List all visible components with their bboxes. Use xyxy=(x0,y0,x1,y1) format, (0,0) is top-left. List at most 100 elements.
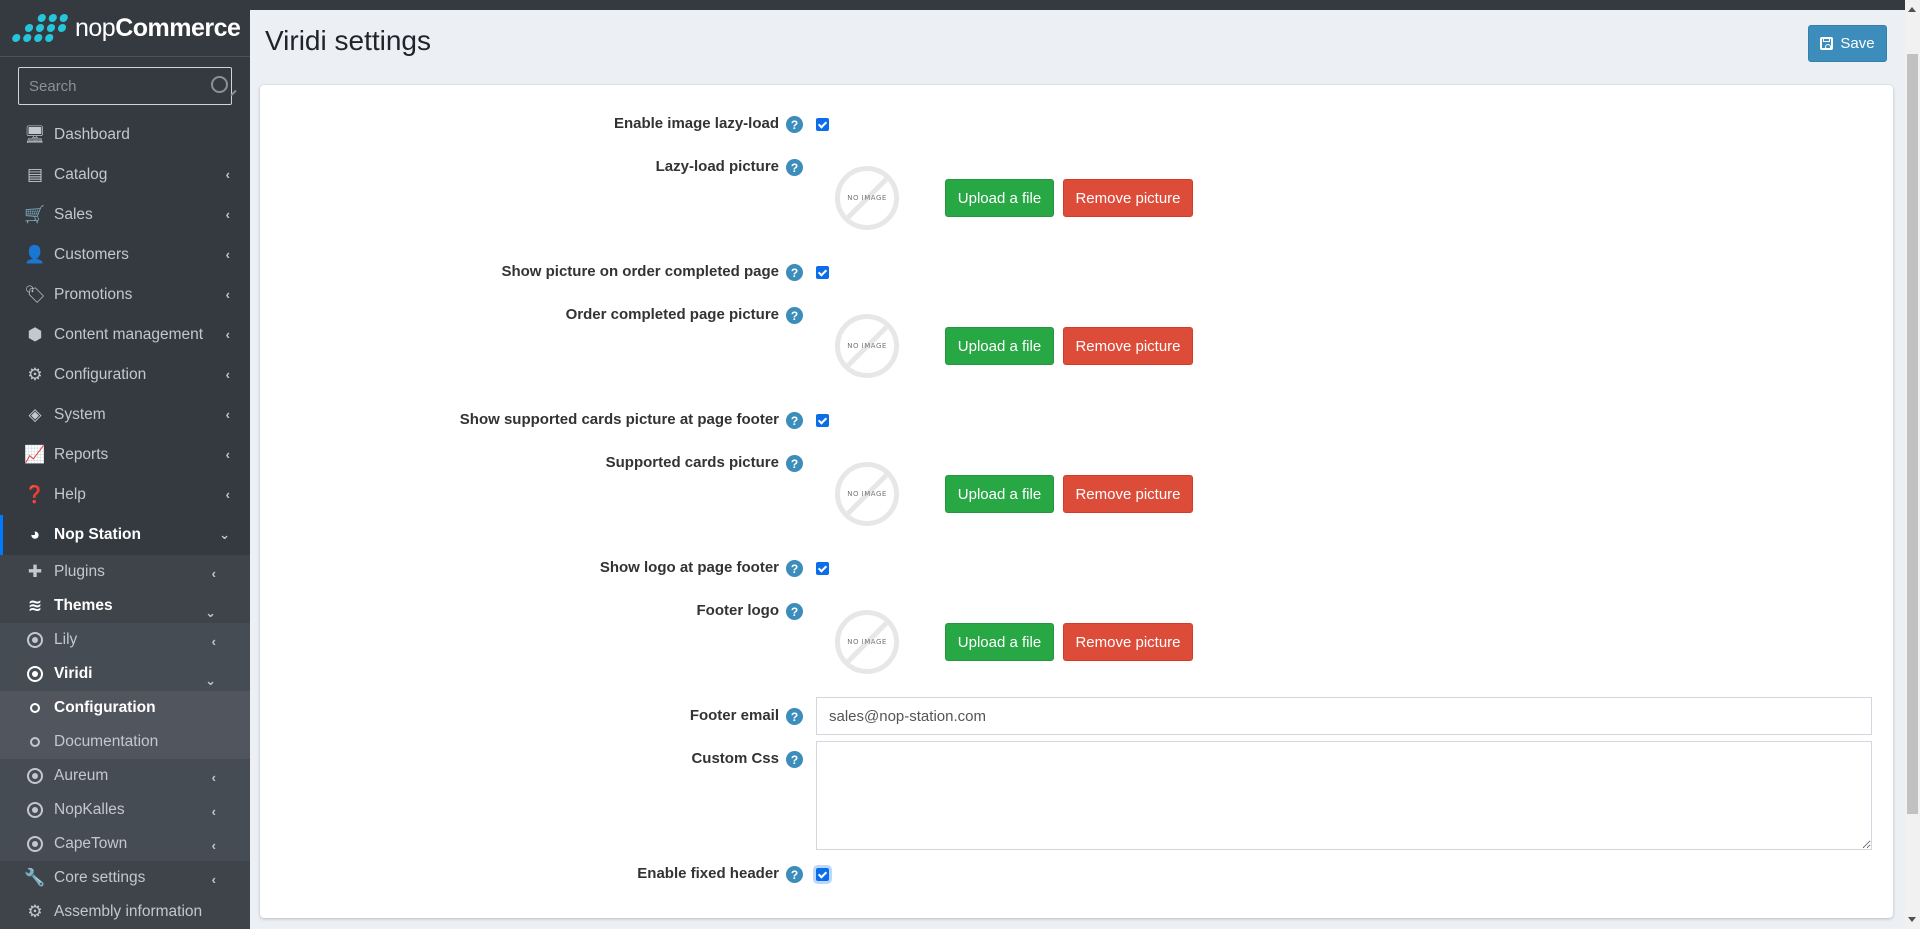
sidebar-item-label: Aureum xyxy=(54,767,109,784)
remove-picture-button[interactable]: Remove picture xyxy=(1063,475,1193,513)
search-input[interactable] xyxy=(29,77,228,95)
sidebar-item-sales[interactable]: 🛒 Sales ‹ xyxy=(0,195,250,235)
chevron-left-icon: ‹ xyxy=(211,566,216,581)
sidebar-item-help[interactable]: ❓ Help ‹ xyxy=(0,475,250,515)
line-chart-icon: 📈 xyxy=(24,445,46,464)
no-image-placeholder: NO IMAGE xyxy=(835,314,899,378)
upload-file-button[interactable]: Upload a file xyxy=(945,475,1054,513)
no-image-placeholder: NO IMAGE xyxy=(835,610,899,674)
help-icon[interactable]: ? xyxy=(786,159,803,176)
tags-icon: 🏷 xyxy=(24,285,46,304)
scroll-up-arrow-icon[interactable] xyxy=(1908,7,1916,12)
sidebar-item-viridi-configuration[interactable]: Configuration xyxy=(0,691,250,725)
chevron-left-icon: ‹ xyxy=(211,872,216,887)
sidebar-item-viridi-documentation[interactable]: Documentation xyxy=(0,725,250,759)
sidebar-item-configuration[interactable]: ⚙ Configuration ‹ xyxy=(0,355,250,395)
viridi-submenu: Configuration Documentation xyxy=(0,691,250,759)
sidebar-item-themes[interactable]: ≋ Themes ⌄ xyxy=(0,589,250,623)
sidebar-item-label: Promotions xyxy=(54,286,133,303)
enable-fixed-header-checkbox[interactable] xyxy=(816,868,829,881)
circle-dot-icon xyxy=(25,768,45,784)
sidebar-item-label: Plugins xyxy=(54,563,105,580)
circle-dot-icon xyxy=(25,666,45,682)
brand-name: nopCommerce xyxy=(75,13,241,43)
sidebar-item-customers[interactable]: 👤 Customers ‹ xyxy=(0,235,250,275)
pie-chart-icon: ◕ xyxy=(29,525,41,544)
save-button-label: Save xyxy=(1840,35,1875,52)
sidebar-item-lily[interactable]: Lily ‹ xyxy=(0,623,250,657)
wrench-icon: 🔧 xyxy=(24,868,46,887)
enable-fixed-header-label: Enable fixed header xyxy=(637,865,779,882)
help-icon[interactable]: ? xyxy=(786,560,803,577)
question-circle-icon: ❓ xyxy=(24,485,46,504)
sidebar-item-catalog[interactable]: ▤ Catalog ‹ xyxy=(0,155,250,195)
nopcommerce-logo-icon xyxy=(11,14,70,42)
help-icon[interactable]: ? xyxy=(786,751,803,768)
save-button[interactable]: Save xyxy=(1808,25,1887,62)
circle-dot-icon xyxy=(25,802,45,818)
sidebar-item-nop-station[interactable]: ◕ Nop Station ⌄ xyxy=(0,515,250,555)
remove-picture-button[interactable]: Remove picture xyxy=(1063,623,1193,661)
help-icon[interactable]: ? xyxy=(786,455,803,472)
themes-submenu: Lily ‹ Viridi ⌄ Configuration Documentat xyxy=(0,623,250,861)
help-icon[interactable]: ? xyxy=(786,708,803,725)
circle-dot-icon xyxy=(25,632,45,648)
sidebar-item-content-management[interactable]: ⬢ Content management ‹ xyxy=(0,315,250,355)
sidebar-item-core-settings[interactable]: 🔧 Core settings ‹ xyxy=(0,861,250,895)
sidebar-item-label: Lily xyxy=(54,631,78,648)
upload-file-button[interactable]: Upload a file xyxy=(945,623,1054,661)
sidebar-item-label: Configuration xyxy=(54,366,147,383)
scrollbar-thumb[interactable] xyxy=(1907,54,1918,814)
sidebar-item-plugins[interactable]: ✚ Plugins ‹ xyxy=(0,555,250,589)
custom-css-textarea[interactable] xyxy=(816,741,1872,850)
show-order-completed-picture-checkbox[interactable] xyxy=(816,266,829,279)
sidebar-item-label: Assembly information xyxy=(54,903,203,920)
help-icon[interactable]: ? xyxy=(786,412,803,429)
help-icon[interactable]: ? xyxy=(786,307,803,324)
sidebar-item-system[interactable]: ◈ System ‹ xyxy=(0,395,250,435)
upload-file-button[interactable]: Upload a file xyxy=(945,179,1054,217)
remove-picture-button[interactable]: Remove picture xyxy=(1063,179,1193,217)
chevron-left-icon: ‹ xyxy=(225,327,230,342)
enable-lazy-load-label: Enable image lazy-load xyxy=(613,115,779,132)
scroll-down-arrow-icon[interactable] xyxy=(1908,917,1916,922)
chevron-left-icon: ‹ xyxy=(211,838,216,853)
sidebar-item-label: Reports xyxy=(54,446,109,463)
sidebar-item-nopkalles[interactable]: NopKalles ‹ xyxy=(0,793,250,827)
sidebar-item-assembly-information[interactable]: ⚙ Assembly information xyxy=(0,895,250,929)
supported-cards-picture-label: Supported cards picture xyxy=(605,454,779,471)
chevron-left-icon: ‹ xyxy=(225,367,230,382)
footer-logo-label: Footer logo xyxy=(696,602,780,619)
no-image-text: NO IMAGE xyxy=(847,194,887,202)
upload-file-button[interactable]: Upload a file xyxy=(945,327,1054,365)
show-supported-cards-checkbox[interactable] xyxy=(816,414,829,427)
page-scrollbar[interactable] xyxy=(1905,0,1920,929)
sidebar-item-label: Core settings xyxy=(54,869,146,886)
brand-logo[interactable]: nopCommerce xyxy=(0,0,250,57)
cube-icon: ◈ xyxy=(28,405,42,424)
no-image-text: NO IMAGE xyxy=(847,342,887,350)
remove-picture-button[interactable]: Remove picture xyxy=(1063,327,1193,365)
sidebar-item-promotions[interactable]: 🏷 Promotions ‹ xyxy=(0,275,250,315)
no-image-text: NO IMAGE xyxy=(847,490,887,498)
sidebar-item-dashboard[interactable]: 🖥 Dashboard xyxy=(0,115,250,155)
sidebar-item-label: NopKalles xyxy=(54,801,125,818)
show-footer-logo-checkbox[interactable] xyxy=(816,562,829,575)
help-icon[interactable]: ? xyxy=(786,264,803,281)
no-image-placeholder: NO IMAGE xyxy=(835,462,899,526)
help-icon[interactable]: ? xyxy=(786,866,803,883)
chevron-down-icon: ⌄ xyxy=(205,673,216,688)
circle-icon xyxy=(25,737,45,747)
puzzle-icon: ✚ xyxy=(27,562,43,581)
brand-prefix: nop xyxy=(75,13,116,42)
enable-lazy-load-checkbox[interactable] xyxy=(816,118,829,131)
show-order-completed-picture-label: Show picture on order completed page xyxy=(501,263,779,280)
sidebar-item-aureum[interactable]: Aureum ‹ xyxy=(0,759,250,793)
help-icon[interactable]: ? xyxy=(786,116,803,133)
sidebar-item-reports[interactable]: 📈 Reports ‹ xyxy=(0,435,250,475)
footer-email-input[interactable] xyxy=(816,697,1872,735)
sidebar-item-viridi[interactable]: Viridi ⌄ xyxy=(0,657,250,691)
cart-icon: 🛒 xyxy=(24,205,46,224)
sidebar-item-capetown[interactable]: CapeTown ‹ xyxy=(0,827,250,861)
help-icon[interactable]: ? xyxy=(786,603,803,620)
